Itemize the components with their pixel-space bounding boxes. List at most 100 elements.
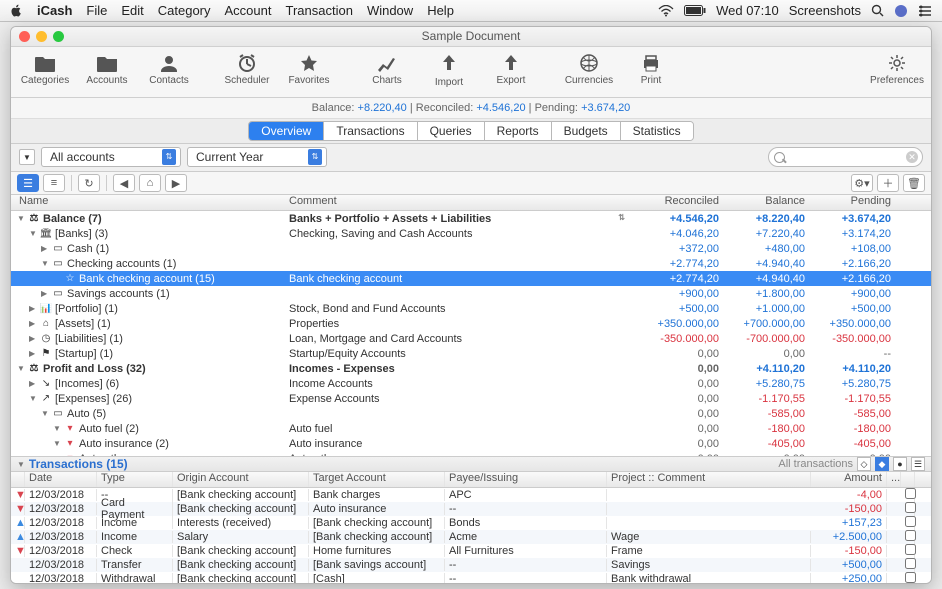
toolbar-accounts[interactable]: Accounts <box>83 53 131 86</box>
clear-search-icon[interactable]: ✕ <box>906 151 918 163</box>
tx-row[interactable]: 12/03/2018Transfer[Bank checking account… <box>11 558 931 572</box>
tree-row[interactable]: ▼▭Auto (5)0,00-585,00-585,00 <box>11 406 931 421</box>
wifi-icon[interactable] <box>658 5 674 17</box>
row-checkbox[interactable] <box>901 488 915 502</box>
tree-row[interactable]: ▶↘[Incomes] (6)Income Accounts0,00+5.280… <box>11 376 931 391</box>
tree-row[interactable]: ▼⚖Balance (7)Banks + Portfolio + Assets … <box>11 211 931 226</box>
toolbar-currencies[interactable]: Currencies <box>565 53 613 86</box>
disclosure-triangle[interactable]: ▼ <box>17 364 25 373</box>
delete-button[interactable]: 🗑 <box>903 174 925 192</box>
layout-icon[interactable]: ☰ <box>911 457 925 471</box>
row-checkbox[interactable] <box>901 544 915 558</box>
tree-column-header[interactable]: Name Comment Reconciled Balance Pending <box>11 195 931 211</box>
toolbar-scheduler[interactable]: Scheduler <box>223 53 271 86</box>
clock-text[interactable]: Wed 07:10 <box>716 3 779 18</box>
window-minimize-button[interactable] <box>36 31 47 42</box>
tree-row[interactable]: ▶⌂[Assets] (1)Properties+350.000,00+700.… <box>11 316 931 331</box>
disclosure-triangle[interactable]: ▼ <box>41 409 49 418</box>
disclosure-triangle[interactable]: ▶ <box>41 244 49 253</box>
menu-transaction[interactable]: Transaction <box>286 3 353 18</box>
tx-row[interactable]: ▲12/03/2018IncomeSalary[Bank checking ac… <box>11 530 931 544</box>
tree-row[interactable]: ▼▾Auto insurance (2)Auto insurance0,00-4… <box>11 436 931 451</box>
disclosure-triangle[interactable]: ▼ <box>17 214 25 223</box>
disclosure-triangle[interactable]: ▼ <box>53 439 61 448</box>
tree-row[interactable]: ▼🏛[Banks] (3)Checking, Saving and Cash A… <box>11 226 931 241</box>
menu-account[interactable]: Account <box>225 3 272 18</box>
split-disclosure[interactable]: ▼ <box>17 460 25 469</box>
menu-window[interactable]: Window <box>367 3 413 18</box>
menu-help[interactable]: Help <box>427 3 454 18</box>
window-close-button[interactable] <box>19 31 30 42</box>
filter-icon-1[interactable]: ◇ <box>857 457 871 471</box>
row-checkbox[interactable] <box>901 502 915 516</box>
disclosure-triangle[interactable]: ▶ <box>29 319 37 328</box>
view-list-button[interactable]: ≡ <box>43 174 65 192</box>
disclosure-triangle[interactable]: ▶ <box>29 304 37 313</box>
disclosure-button[interactable]: ▼ <box>19 149 35 165</box>
account-tree[interactable]: ▼⚖Balance (7)Banks + Portfolio + Assets … <box>11 211 931 456</box>
home-button[interactable]: ⌂ <box>139 174 161 192</box>
tab-overview[interactable]: Overview <box>249 122 324 140</box>
tree-row[interactable]: ▶📊[Portfolio] (1)Stock, Bond and Fund Ac… <box>11 301 931 316</box>
toolbar-import[interactable]: Import <box>425 53 473 88</box>
menu-category[interactable]: Category <box>158 3 211 18</box>
toolbar-preferences[interactable]: Preferences <box>873 53 921 86</box>
transactions-list[interactable]: ▼12/03/2018--[Bank checking account]Bank… <box>11 488 931 583</box>
window-zoom-button[interactable] <box>53 31 64 42</box>
tab-queries[interactable]: Queries <box>418 122 485 140</box>
app-menu[interactable]: iCash <box>37 3 72 18</box>
menu-file[interactable]: File <box>86 3 107 18</box>
apple-menu[interactable] <box>10 4 23 17</box>
disclosure-triangle[interactable]: ▼ <box>29 394 37 403</box>
tx-row[interactable]: ▼12/03/2018Check[Bank checking account]H… <box>11 544 931 558</box>
toolbar-categories[interactable]: Categories <box>21 53 69 86</box>
titlebar[interactable]: Sample Document <box>11 27 931 47</box>
filter-icon-3[interactable]: ● <box>893 457 907 471</box>
tx-row[interactable]: 12/03/2018Withdrawal[Bank checking accou… <box>11 572 931 583</box>
row-checkbox[interactable] <box>901 558 915 572</box>
toolbar-contacts[interactable]: Contacts <box>145 53 193 86</box>
battery-icon[interactable] <box>684 5 706 16</box>
tx-row[interactable]: ▼12/03/2018Card Payment[Bank checking ac… <box>11 502 931 516</box>
disclosure-triangle[interactable]: ▶ <box>29 349 37 358</box>
accounts-select[interactable]: All accounts⇅ <box>41 147 181 167</box>
filter-icon-2[interactable]: ◆ <box>875 457 889 471</box>
toolbar-export[interactable]: Export <box>487 53 535 88</box>
tree-row[interactable]: ▶⚑[Startup] (1)Startup/Equity Accounts0,… <box>11 346 931 361</box>
disclosure-triangle[interactable]: ▼ <box>53 424 61 433</box>
menu-edit[interactable]: Edit <box>121 3 143 18</box>
toolbar-print[interactable]: Print <box>627 53 675 86</box>
tree-row[interactable]: ▼▭Checking accounts (1)+2.774,20+4.940,4… <box>11 256 931 271</box>
tx-column-header[interactable]: Date Type Origin Account Target Account … <box>11 472 931 488</box>
split-bar[interactable]: ▼ Transactions (15) All transactions ◇ ◆… <box>11 456 931 472</box>
spotlight-icon[interactable] <box>871 4 884 17</box>
tab-reports[interactable]: Reports <box>485 122 552 140</box>
tab-statistics[interactable]: Statistics <box>621 122 693 140</box>
row-checkbox[interactable] <box>901 516 915 530</box>
disclosure-triangle[interactable]: ▶ <box>41 289 49 298</box>
toolbar-favorites[interactable]: Favorites <box>285 53 333 86</box>
tree-row[interactable]: ▼↗[Expenses] (26)Expense Accounts0,00-1.… <box>11 391 931 406</box>
tree-row[interactable]: ▶◷[Liabilities] (1)Loan, Mortgage and Ca… <box>11 331 931 346</box>
tree-row[interactable]: ☆Bank checking account (15)Bank checking… <box>11 271 931 286</box>
disclosure-triangle[interactable]: ▶ <box>29 334 37 343</box>
forward-button[interactable]: ▶ <box>165 174 187 192</box>
add-button[interactable]: ＋ <box>877 174 899 192</box>
period-select[interactable]: Current Year⇅ <box>187 147 327 167</box>
view-tree-button[interactable]: ☰ <box>17 174 39 192</box>
row-checkbox[interactable] <box>901 572 915 583</box>
tree-row[interactable]: ▶▭Cash (1)+372,00+480,00+108,00 <box>11 241 931 256</box>
gear-button[interactable]: ⚙▾ <box>851 174 873 192</box>
disclosure-triangle[interactable]: ▼ <box>41 259 49 268</box>
tree-row[interactable]: ▶▭Savings accounts (1)+900,00+1.800,00+9… <box>11 286 931 301</box>
siri-icon[interactable] <box>894 4 908 18</box>
toolbar-charts[interactable]: Charts <box>363 53 411 88</box>
tab-transactions[interactable]: Transactions <box>324 122 417 140</box>
disclosure-triangle[interactable]: ▶ <box>29 379 37 388</box>
back-button[interactable]: ◀ <box>113 174 135 192</box>
disclosure-triangle[interactable]: ▼ <box>29 229 37 238</box>
tx-row[interactable]: ▲12/03/2018IncomeInterests (received)[Ba… <box>11 516 931 530</box>
notification-center-icon[interactable] <box>918 5 932 17</box>
refresh-button[interactable]: ↻ <box>78 174 100 192</box>
tree-row[interactable]: ▼⚖Profit and Loss (32)Incomes - Expenses… <box>11 361 931 376</box>
